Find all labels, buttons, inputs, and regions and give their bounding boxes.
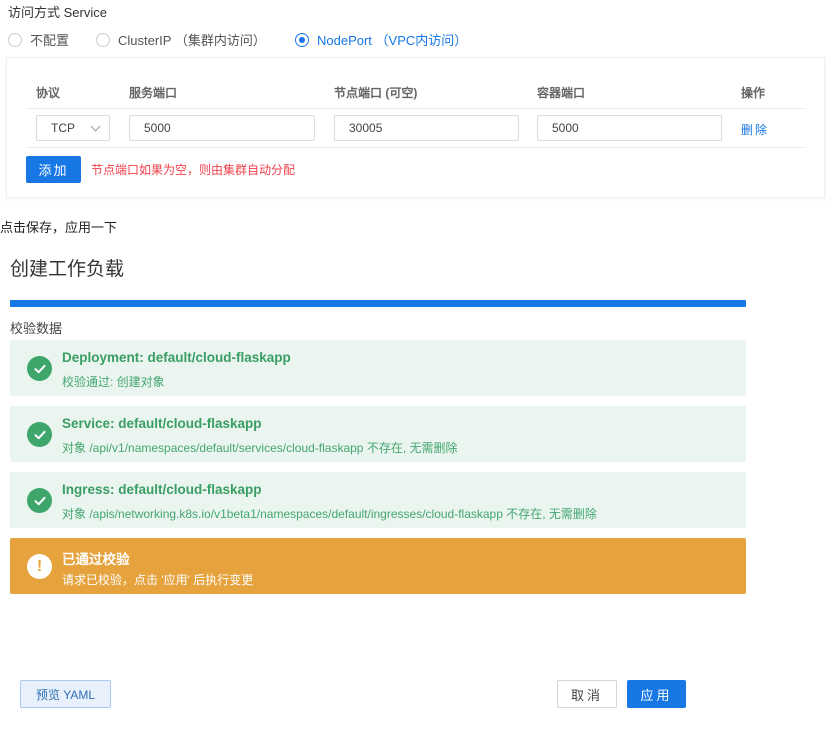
validation-result-deployment: Deployment: default/cloud-flaskapp 校验通过:… [10,340,746,396]
radio-label-clusterip: ClusterIP （集群内访问） [118,33,266,48]
container-port-value: 5000 [552,121,579,135]
protocol-value: TCP [51,121,75,135]
result-title: Service: default/cloud-flaskapp [62,416,262,431]
dialog-title: 创建工作负载 [10,259,125,280]
chevron-down-icon [90,121,101,131]
table-row-divider [26,147,806,148]
node-port-value: 30005 [349,121,383,135]
container-port-input[interactable]: 5000 [537,115,722,141]
radio-none[interactable]: 不配置 [8,30,69,49]
check-circle-icon [27,356,52,381]
verify-section-label: 校验数据 [10,321,63,336]
service-access-label: 访问方式 Service [8,5,107,20]
service-port-value: 5000 [144,121,171,135]
result-title: Deployment: default/cloud-flaskapp [62,350,291,365]
exclamation-circle-icon: ! [27,554,52,579]
warning-title: 已通过校验 [62,552,130,567]
delete-row-link[interactable]: 删除 [741,121,769,138]
result-title: Ingress: default/cloud-flaskapp [62,482,262,497]
radio-label-none: 不配置 [30,33,70,48]
add-port-button[interactable]: 添加 [26,156,81,183]
radio-circle [8,32,22,47]
radio-circle [96,32,110,47]
cancel-button[interactable]: 取消 [557,680,617,708]
col-header-actions: 操作 [741,86,766,100]
service-port-input[interactable]: 5000 [129,115,315,141]
progress-bar [10,300,746,307]
check-circle-icon [27,488,52,513]
col-header-container-port: 容器端口 [537,86,586,100]
radio-nodeport[interactable]: NodePort （VPC内访问） [295,30,467,49]
result-detail: 校验通过: 创建对象 [62,375,165,389]
radio-clusterip[interactable]: ClusterIP （集群内访问） [96,30,266,49]
radio-label-nodeport: NodePort （VPC内访问） [317,33,468,48]
validation-result-service: Service: default/cloud-flaskapp 对象 /api/… [10,406,746,462]
apply-button[interactable]: 应用 [627,680,686,708]
protocol-select[interactable]: TCP [36,115,110,141]
instruction-caption: 点击保存，应用一下 [0,220,118,235]
result-detail: 对象 /api/v1/namespaces/default/services/c… [62,441,458,455]
node-port-hint: 节点端口如果为空，则由集群自动分配 [91,163,296,177]
radio-circle-selected [295,32,309,47]
col-header-service-port: 服务端口 [129,86,178,100]
check-circle-icon [27,422,52,447]
node-port-input[interactable]: 30005 [334,115,519,141]
warning-detail: 请求已校验，点击 '应用' 后执行变更 [62,573,254,587]
validation-result-ingress: Ingress: default/cloud-flaskapp 对象 /apis… [10,472,746,528]
col-header-node-port: 节点端口 (可空) [334,86,418,100]
table-header-divider [26,108,806,109]
validation-passed-warning: ! 已通过校验 请求已校验，点击 '应用' 后执行变更 [10,538,746,594]
preview-yaml-button[interactable]: 预览 YAML [20,680,111,708]
col-header-protocol: 协议 [36,86,61,100]
result-detail: 对象 /apis/networking.k8s.io/v1beta1/names… [62,507,597,521]
